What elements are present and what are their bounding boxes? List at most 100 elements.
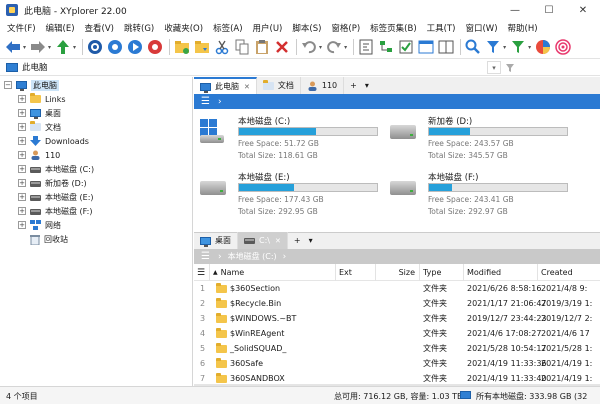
menu-tabsets[interactable]: 标签页集(B) [365,22,421,34]
table-row[interactable]: 2 $Recycle.Bin 文件夹 2021/1/17 21:06:47 20… [194,296,600,311]
tree-item-drive-c[interactable]: + 本地磁盘 (C:) [18,162,94,176]
menu-panes[interactable]: 窗格(P) [326,22,365,34]
search-button[interactable] [464,38,482,56]
filter-icon[interactable] [505,63,515,73]
forward-button[interactable] [29,38,47,56]
tree-item-drive-e[interactable]: + 本地磁盘 (E:) [18,190,94,204]
redo-dropdown[interactable]: ▾ [344,44,347,51]
tab-drive-c[interactable]: C:\ ✕ [238,232,288,249]
back-button[interactable] [4,38,22,56]
paste-button[interactable] [253,38,271,56]
tab-desktop[interactable]: 桌面 [194,232,238,249]
menu-go[interactable]: 跳转(G) [119,22,159,34]
tree-item-user[interactable]: + 110 [18,148,60,162]
breadcrumb-drive-c[interactable]: 本地磁盘 (C:) [228,251,277,262]
expand-toggle[interactable]: + [18,193,26,201]
column-header-size[interactable]: Size [376,264,420,281]
expand-toggle[interactable]: + [18,221,26,229]
table-row[interactable]: 1 $360Section 文件夹 2021/6/26 8:58:16 2021… [194,281,600,296]
address-input[interactable]: 此电脑 [22,61,48,73]
drive-tile-e[interactable]: 本地磁盘 (E:) Free Space: 177.43 GB Total Si… [194,167,384,219]
expand-toggle[interactable]: + [18,179,26,187]
copy-button[interactable] [233,38,251,56]
add-tab-button[interactable]: + [288,232,307,249]
table-row[interactable]: 6 360Safe 文件夹 2021/4/19 11:33:36 2021/4/… [194,356,600,371]
menu-user[interactable]: 用户(U) [248,22,288,34]
breadcrumb-arrow[interactable]: › [218,252,222,262]
tab-user[interactable]: 110 [301,77,345,94]
recent-locations-button[interactable] [106,38,124,56]
add-tab-button[interactable]: + [344,77,363,94]
column-header-type[interactable]: Type [420,264,464,281]
column-header-name[interactable]: ▲ Name [210,264,336,281]
menu-scripting[interactable]: 脚本(S) [287,22,326,34]
color-filter-button[interactable] [534,38,552,56]
tree-item-links[interactable]: + Links [18,92,66,106]
tab-this-pc[interactable]: 此电脑 ✕ [194,77,257,94]
hamburger-icon[interactable]: ☰ [201,96,210,107]
drive-tile-c[interactable]: 本地磁盘 (C:) Free Space: 51.72 GB Total Siz… [194,111,384,163]
tab-list-dropdown[interactable]: ▾ [307,232,315,249]
menu-edit[interactable]: 编辑(E) [41,22,80,34]
column-header-ext[interactable]: Ext [336,264,376,281]
new-folder-button[interactable] [173,38,191,56]
menu-help[interactable]: 帮助(H) [503,22,543,34]
up-dropdown[interactable]: ▾ [73,44,76,51]
tab-list-dropdown[interactable]: ▾ [363,77,371,94]
drive-tile-f[interactable]: 本地磁盘 (F:) Free Space: 243.41 GB Total Si… [384,167,574,219]
undo-button[interactable] [300,38,318,56]
table-row[interactable]: 5 _SolidSQUAD_ 文件夹 2021/5/28 10:54:17 20… [194,341,600,356]
back-dropdown[interactable]: ▾ [23,44,26,51]
table-row[interactable]: 4 $WinREAgent 文件夹 2021/4/6 17:08:27 2021… [194,326,600,341]
expand-toggle[interactable]: + [18,207,26,215]
column-header-modified[interactable]: Modified [464,264,538,281]
column-header-index[interactable]: ☰ [194,264,210,281]
tree-item-recycle-bin[interactable]: 回收站 [30,232,68,246]
hotlist-button[interactable] [86,38,104,56]
column-header-created[interactable]: Created [538,264,600,281]
expand-toggle[interactable]: + [18,137,26,145]
expand-toggle[interactable]: + [18,123,26,131]
menu-favorites[interactable]: 收藏夹(O) [159,22,208,34]
preview-button[interactable] [417,38,435,56]
tree-item-downloads[interactable]: + Downloads [18,134,89,148]
table-row[interactable]: 3 $WINDOWS.~BT 文件夹 2019/12/7 23:44:23 20… [194,311,600,326]
menu-file[interactable]: 文件(F) [2,22,41,34]
undo-dropdown[interactable]: ▾ [319,44,322,51]
expand-toggle[interactable]: + [18,109,26,117]
delete-button[interactable] [273,38,291,56]
close-button[interactable]: ✕ [566,0,600,20]
redo-button[interactable] [325,38,343,56]
forward-dropdown[interactable]: ▾ [48,44,51,51]
maximize-button[interactable]: ☐ [532,0,566,20]
expand-toggle[interactable]: + [18,95,26,103]
hamburger-icon[interactable]: ☰ [201,251,210,262]
menu-view[interactable]: 查看(V) [80,22,119,34]
tree-item-desktop[interactable]: + 桌面 [18,106,61,120]
tree-item-drive-d[interactable]: + 新加卷 (D:) [18,176,87,190]
minimize-button[interactable]: — [498,0,532,20]
menu-tools[interactable]: 工具(T) [422,22,461,34]
filter-dropdown[interactable]: ▾ [503,44,506,51]
record-button[interactable] [146,38,164,56]
filter-button[interactable] [357,38,375,56]
next-button[interactable] [126,38,144,56]
tree-item-documents[interactable]: + 文档 [18,120,61,134]
close-tab-icon[interactable]: ✕ [244,83,250,91]
type-filter-button[interactable] [509,38,527,56]
visual-filter-button[interactable] [484,38,502,56]
drive-tile-d[interactable]: 新加卷 (D:) Free Space: 243.57 GB Total Siz… [384,111,574,163]
menu-window[interactable]: 窗口(W) [460,22,502,34]
copy-to-button[interactable] [193,38,211,56]
menu-tags[interactable]: 标签(A) [208,22,247,34]
breadcrumb-arrow[interactable]: › [218,97,222,107]
expand-toggle[interactable]: + [18,151,26,159]
tree-item-this-pc[interactable]: − 此电脑 [4,78,59,92]
tree-item-network[interactable]: + 网络 [18,218,61,232]
close-tab-icon[interactable]: ✕ [275,237,281,245]
type-filter-dropdown[interactable]: ▾ [528,44,531,51]
branch-view-button[interactable] [377,38,395,56]
tab-documents[interactable]: 文档 [257,77,301,94]
address-bar[interactable]: 此电脑 ▾ [0,58,600,76]
checkbox-button[interactable] [397,38,415,56]
